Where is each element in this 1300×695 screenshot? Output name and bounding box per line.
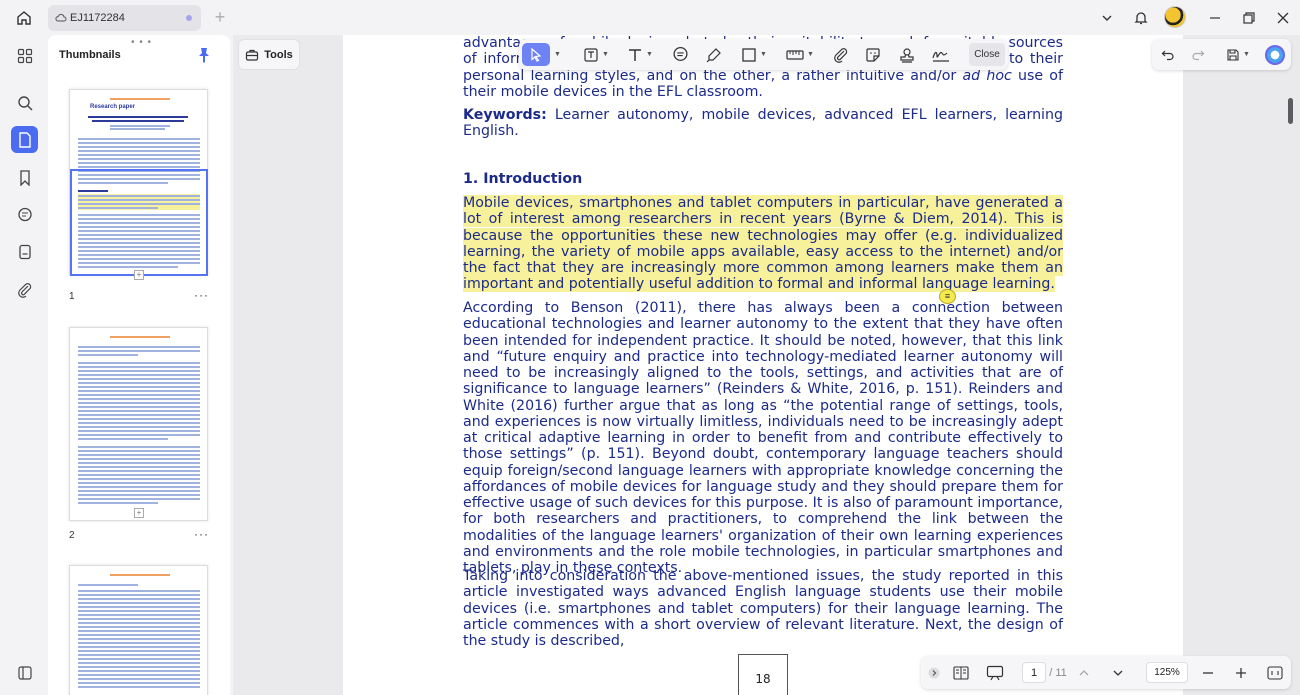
title-bar: EJ1172284 + [0, 0, 1300, 35]
toolbox-icon [246, 49, 259, 61]
page-number-label: 18 [738, 654, 788, 695]
zoom-level[interactable]: 125% [1146, 662, 1188, 683]
comment-icon[interactable] [11, 201, 38, 228]
presentation-icon[interactable] [984, 662, 1006, 683]
unsaved-dot [186, 15, 192, 21]
tools-button[interactable]: Tools [238, 39, 300, 70]
bottom-navigation-bar: 1 / 11 125% [921, 656, 1291, 689]
tools-label: Tools [264, 48, 293, 61]
paperclip-icon [834, 47, 848, 63]
comment-tool[interactable] [669, 43, 691, 66]
sticker-tool[interactable] [863, 43, 883, 66]
text-tool[interactable]: ▼ [623, 43, 657, 66]
page-thumbnail-3[interactable] [69, 565, 208, 695]
highlighter-tool[interactable] [703, 43, 725, 66]
thumb-title: Research paper [90, 104, 136, 110]
restore-button[interactable] [1238, 7, 1260, 29]
pin-icon[interactable] [197, 47, 211, 63]
document-tab[interactable]: EJ1172284 [48, 5, 201, 31]
pages-icon[interactable] [11, 126, 38, 153]
close-window-button[interactable] [1272, 7, 1294, 29]
comment-bubble-icon [672, 46, 688, 61]
section-heading: 1. Introduction [463, 171, 583, 187]
minimize-button[interactable] [1204, 7, 1226, 29]
stamp-tool[interactable] [897, 43, 917, 66]
home-icon[interactable] [12, 6, 36, 30]
thumbnail-page-number: 1 [69, 291, 75, 302]
signature-icon [932, 51, 949, 62]
close-toolbar-button[interactable]: Close [969, 43, 1005, 66]
previous-page-button[interactable] [1076, 662, 1092, 683]
bookmark-icon[interactable] [11, 164, 38, 191]
zoom-out-button[interactable] [1200, 662, 1216, 683]
vertical-scrollbar[interactable] [1288, 98, 1293, 124]
chevron-up-icon [1079, 669, 1089, 675]
viewport-indicator[interactable] [70, 169, 208, 276]
fit-page-button[interactable] [1266, 662, 1284, 683]
insert-page-button[interactable]: + [134, 270, 144, 280]
keywords-label: Keywords: [463, 107, 547, 123]
stamp-icon [900, 47, 914, 63]
expand-arrow-icon[interactable] [927, 662, 941, 683]
insert-page-button[interactable]: + [134, 508, 144, 518]
attach-tool[interactable] [831, 43, 851, 66]
left-rail [0, 35, 48, 695]
plus-icon [1236, 667, 1246, 678]
page-layout-icon[interactable] [951, 662, 971, 683]
rectangle-icon [742, 47, 756, 62]
user-avatar[interactable] [1164, 6, 1186, 28]
bell-icon[interactable] [1130, 7, 1152, 29]
new-tab-button[interactable]: + [210, 8, 230, 28]
sidebar-toggle-icon[interactable] [11, 659, 38, 686]
undo-icon [1161, 50, 1174, 60]
highlighter-icon [706, 47, 721, 62]
select-dropdown[interactable]: ▼ [551, 43, 561, 66]
ruler-icon [786, 49, 804, 60]
highlighted-text[interactable]: Mobile devices, smartphones and tablet c… [463, 195, 1063, 293]
paragraph-2: According to Benson (2011), there has al… [463, 300, 1063, 576]
thumbnails-title: Thumbnails [59, 49, 121, 61]
panel-grip[interactable]: • • • [131, 37, 152, 48]
stamp-icon[interactable] [11, 238, 38, 265]
paragraph-3: Taking into consideration the above-ment… [463, 568, 1063, 649]
tab-title: EJ1172284 [70, 12, 125, 24]
thumbnail-more-button[interactable]: ··· [194, 288, 209, 302]
cloud-icon [55, 14, 67, 22]
next-page-button[interactable] [1110, 662, 1126, 683]
signature-tool[interactable] [929, 43, 953, 66]
select-tool[interactable] [522, 43, 550, 66]
thumbnail-page-number: 2 [69, 530, 75, 541]
keywords-text: Learner autonomy, mobile devices, advanc… [463, 107, 1063, 140]
measure-tool[interactable]: ▼ [782, 43, 818, 66]
undo-button[interactable] [1158, 43, 1178, 66]
zoom-in-button[interactable] [1233, 662, 1249, 683]
apps-grid-icon[interactable] [11, 42, 38, 69]
cursor-icon [531, 47, 542, 62]
save-icon [1227, 48, 1239, 61]
paragraph-1: Mobile devices, smartphones and tablet c… [463, 195, 1063, 293]
redo-button[interactable] [1188, 43, 1208, 66]
fit-width-icon [1267, 665, 1283, 680]
annotation-toolbar: ▼ ▼ ▼ ▼ ▼ Close [519, 39, 1008, 70]
shape-tool[interactable]: ▼ [737, 43, 771, 66]
attachment-icon[interactable] [11, 276, 38, 303]
text-t-icon [629, 48, 642, 61]
minus-icon [1203, 671, 1213, 674]
textbox-icon [584, 47, 598, 62]
textbox-tool[interactable]: ▼ [579, 43, 613, 66]
keywords: Keywords: Learner autonomy, mobile devic… [463, 107, 1063, 140]
total-pages: / 11 [1049, 666, 1067, 679]
chevron-down-icon[interactable] [1096, 7, 1118, 29]
redo-icon [1192, 50, 1205, 60]
page-number-input[interactable]: 1 [1022, 662, 1046, 683]
save-button[interactable]: ▼ [1222, 43, 1254, 66]
ai-assistant-icon[interactable] [1265, 45, 1285, 65]
page-thumbnail-2[interactable] [69, 327, 208, 521]
search-icon[interactable] [11, 89, 38, 116]
comment-note-icon[interactable]: ≡ [939, 289, 956, 304]
sticker-icon [866, 47, 880, 62]
thumbnail-more-button[interactable]: ··· [194, 527, 209, 541]
thumbnails-panel: • • • Thumbnails Research paper + 1 ··· … [48, 35, 230, 695]
chevron-down-icon [1113, 670, 1123, 676]
